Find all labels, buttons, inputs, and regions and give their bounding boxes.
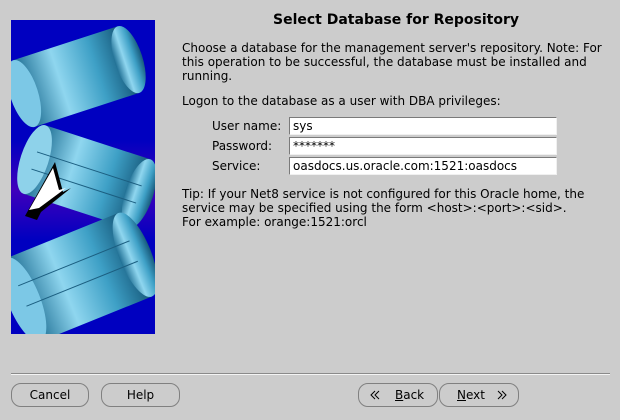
- password-label: Password:: [212, 139, 273, 153]
- intro-text: Choose a database for the management ser…: [182, 41, 602, 83]
- next-mnemonic: N: [457, 388, 466, 402]
- divider: [11, 373, 610, 375]
- back-button[interactable]: Back: [358, 383, 438, 407]
- back-label-rest: ack: [403, 388, 425, 402]
- user-name-input[interactable]: sys: [289, 117, 557, 135]
- chevron-left-double-icon: [370, 390, 380, 400]
- page-title: Select Database for Repository: [273, 12, 519, 28]
- tip-line: service may be specified using the form …: [182, 201, 567, 215]
- back-mnemonic: B: [395, 388, 404, 402]
- user-name-label: User name:: [212, 119, 282, 133]
- service-label: Service:: [212, 159, 261, 173]
- next-button[interactable]: Next: [439, 383, 519, 407]
- back-label: Back: [395, 388, 424, 402]
- tip-line: For example: orange:1521:orcl: [182, 215, 367, 229]
- password-input[interactable]: *******: [289, 137, 557, 155]
- tip-text: Tip: If your Net8 service is not configu…: [182, 187, 610, 229]
- chevron-right-double-icon: [497, 390, 507, 400]
- help-button[interactable]: Help: [101, 383, 180, 407]
- database-cylinder-icon: [11, 25, 146, 128]
- service-input[interactable]: oasdocs.us.oracle.com:1521:oasdocs: [289, 157, 557, 175]
- cancel-button[interactable]: Cancel: [11, 383, 89, 407]
- wizard-illustration: [11, 20, 155, 334]
- next-label-rest: ext: [465, 388, 485, 402]
- tip-line: Tip: If your Net8 service is not configu…: [182, 187, 585, 201]
- logon-instruction: Logon to the database as a user with DBA…: [182, 94, 501, 108]
- next-label: Next: [457, 388, 485, 402]
